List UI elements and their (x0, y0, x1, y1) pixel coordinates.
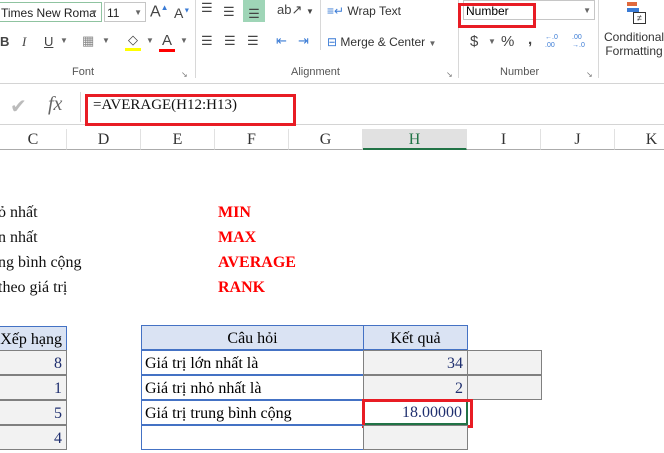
conditional-formatting-icon: ≠ (623, 0, 646, 24)
empty-cell[interactable] (467, 375, 542, 400)
chevron-down-icon: ▼ (428, 39, 437, 48)
percent-button[interactable]: % (501, 33, 514, 50)
font-name-select[interactable]: Times New Roma ▼ (0, 2, 102, 22)
note-function[interactable]: MIN (218, 204, 251, 222)
column-header-g[interactable]: G (289, 129, 363, 150)
fill-color-swatch (125, 48, 141, 51)
conditional-formatting-button[interactable]: ≠ Conditional Formatting (604, 0, 664, 62)
wrap-text-label: Wrap Text (347, 4, 401, 18)
alignment-group-label: Alignment (291, 66, 340, 78)
font-name-value: Times New Roma (1, 6, 96, 20)
column-header-e[interactable]: E (141, 129, 215, 150)
chevron-down-icon[interactable]: ▼ (60, 36, 68, 45)
divider (598, 0, 599, 78)
note-text[interactable]: ng bình cộng (0, 254, 82, 272)
font-color-icon[interactable]: A (159, 32, 175, 52)
formula-highlight (85, 94, 296, 126)
conditional-formatting-label: Formatting (605, 44, 663, 58)
conditional-formatting-label: Conditional (604, 30, 664, 44)
note-text[interactable]: theo giá trị (0, 279, 67, 297)
wrap-text-icon: ≡↵ (327, 4, 345, 18)
note-function[interactable]: RANK (218, 279, 265, 297)
bottom-align-icon[interactable]: ☰ (243, 0, 265, 22)
insert-function-icon[interactable]: fx (48, 93, 62, 116)
comma-button[interactable]: , (528, 31, 532, 48)
wrap-text-button[interactable]: ≡↵ Wrap Text (327, 4, 401, 18)
chevron-down-icon: ▼ (90, 8, 98, 17)
bold-button[interactable]: B (0, 34, 9, 49)
rank-cell[interactable]: 5 (0, 400, 67, 425)
font-size-value: 11 (107, 6, 120, 20)
dialog-launcher-icon[interactable]: ↘ (586, 70, 593, 79)
chevron-down-icon[interactable]: ▼ (488, 37, 496, 46)
column-header-k[interactable]: K (615, 129, 664, 150)
chevron-down-icon: ▼ (134, 8, 142, 17)
divider (195, 0, 196, 78)
number-format-highlight (458, 3, 536, 28)
rank-header[interactable]: Xếp hạng (0, 326, 67, 351)
enter-check-icon[interactable]: ✔ (10, 94, 27, 119)
result-cell[interactable]: 2 (363, 375, 468, 400)
decrease-decimal-button[interactable]: .00 →.0 (572, 34, 590, 50)
column-header-c[interactable]: C (0, 129, 67, 150)
dialog-launcher-icon[interactable]: ↘ (181, 70, 188, 79)
decrease-font-icon[interactable]: A▼ (174, 5, 190, 21)
divider (320, 0, 321, 50)
borders-icon[interactable]: ▦ (82, 33, 94, 49)
increase-indent-icon[interactable]: ⇥ (298, 33, 309, 49)
rank-cell[interactable]: 8 (0, 350, 67, 375)
result-cell[interactable] (363, 425, 468, 450)
result-cell[interactable]: 34 (363, 350, 468, 375)
ribbon: Times New Roma ▼ 11 ▼ A▲ A▼ B I U ▼ ▦ ▼ ◇ … (0, 0, 664, 84)
dialog-launcher-icon[interactable]: ↘ (446, 70, 453, 79)
align-right-icon[interactable]: ☰ (247, 33, 259, 49)
middle-align-icon[interactable]: ☰ (223, 4, 235, 20)
rank-cell[interactable]: 4 (0, 425, 67, 450)
font-size-select[interactable]: 11 ▼ (104, 2, 146, 22)
formula-bar: ✔ fx =AVERAGE(H12:H13) (0, 90, 664, 126)
result-highlight (362, 399, 473, 428)
question-cell[interactable]: Giá trị nhỏ nhất là (141, 375, 364, 400)
note-text[interactable]: ỏ nhất (0, 204, 38, 222)
note-function[interactable]: AVERAGE (218, 254, 296, 272)
question-header[interactable]: Câu hỏi (141, 325, 364, 350)
font-group-label: Font (72, 66, 95, 78)
underline-button[interactable]: U (44, 34, 53, 49)
currency-button[interactable]: $ (470, 33, 478, 50)
chevron-down-icon[interactable]: ▼ (180, 36, 188, 45)
merge-center-label: Merge & Center (340, 35, 426, 49)
top-align-icon[interactable]: ☰ (201, 0, 213, 16)
result-header[interactable]: Kết quả (363, 325, 468, 350)
decrease-indent-icon[interactable]: ⇤ (276, 33, 287, 49)
question-cell[interactable]: Giá trị lớn nhất là (141, 350, 364, 375)
merge-center-button[interactable]: ⊟ Merge & Center ▼ (327, 35, 436, 49)
chevron-down-icon[interactable]: ▼ (146, 36, 154, 45)
increase-decimal-button[interactable]: ←.0 .00 (545, 34, 563, 50)
column-header-h[interactable]: H (363, 129, 467, 150)
align-left-icon[interactable]: ☰ (201, 33, 213, 49)
italic-button[interactable]: I (22, 34, 26, 50)
column-header-i[interactable]: I (467, 129, 541, 150)
align-center-icon[interactable]: ☰ (224, 33, 236, 49)
orientation-icon[interactable]: ab↗ ▼ (277, 2, 314, 18)
column-header-d[interactable]: D (67, 129, 141, 150)
empty-cell[interactable] (467, 350, 542, 375)
rank-cell[interactable]: 1 (0, 375, 67, 400)
note-text[interactable]: n nhất (0, 229, 38, 247)
chevron-down-icon[interactable]: ▼ (102, 36, 110, 45)
increase-font-icon[interactable]: A▲ (150, 3, 169, 21)
font-color-swatch (159, 49, 175, 52)
column-header-f[interactable]: F (215, 129, 289, 150)
question-cell[interactable] (141, 425, 364, 450)
column-header-j[interactable]: J (541, 129, 615, 150)
fill-color-icon[interactable]: ◇ (125, 32, 141, 51)
note-function[interactable]: MAX (218, 229, 256, 247)
number-group-label: Number (500, 66, 540, 78)
question-cell[interactable]: Giá trị trung bình cộng (141, 400, 364, 425)
merge-icon: ⊟ (327, 35, 338, 49)
chevron-down-icon: ▼ (583, 6, 591, 15)
